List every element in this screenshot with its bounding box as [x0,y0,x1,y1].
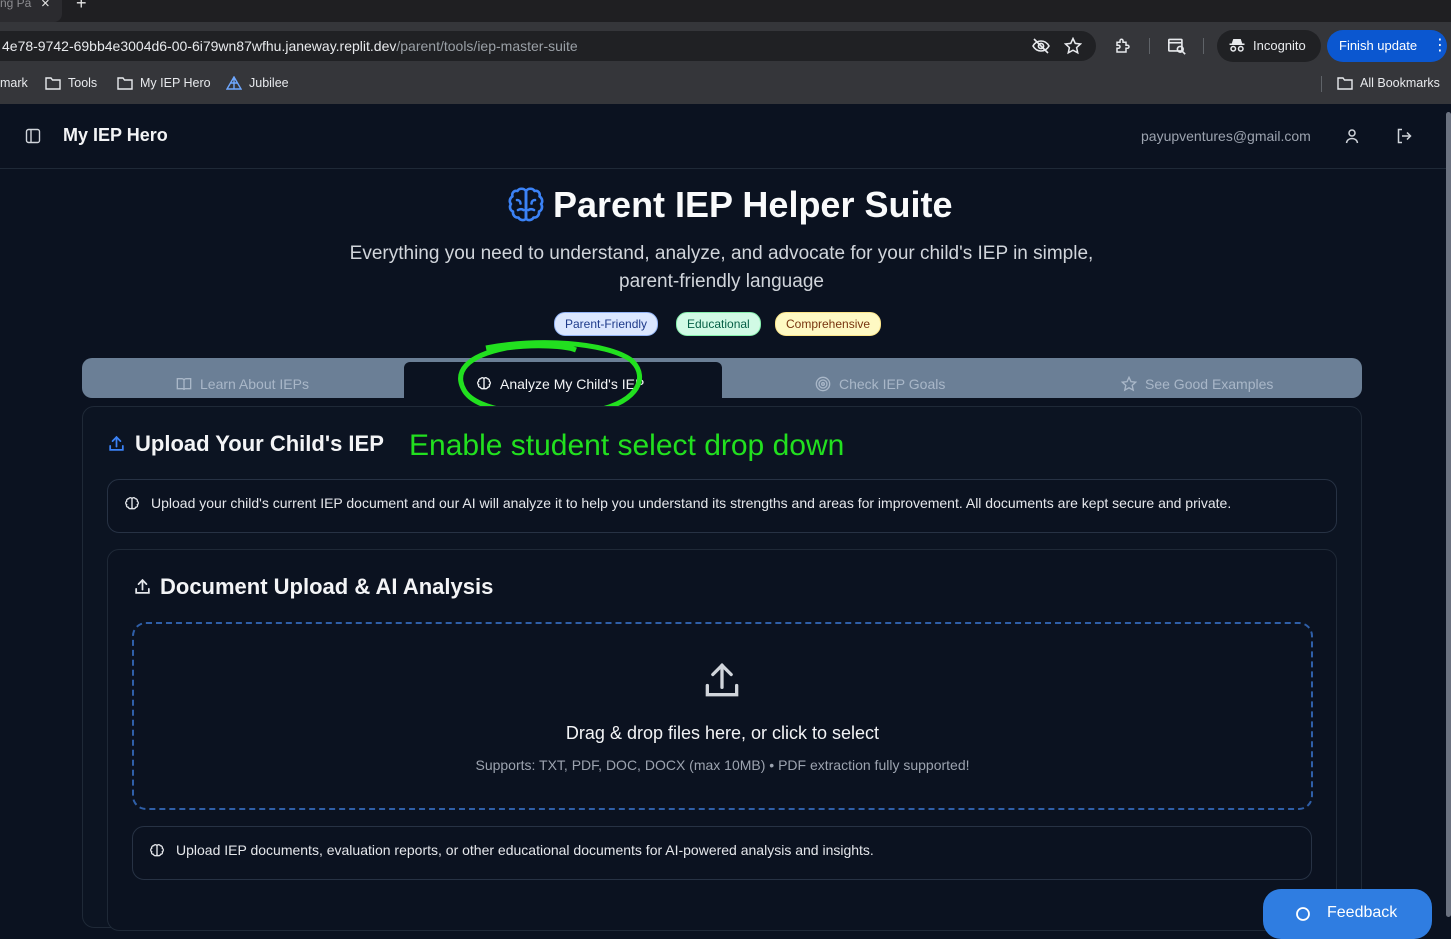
bookmarks-bar [0,70,1451,105]
user-email: payupventures@gmail.com [1141,128,1311,144]
bookmark-label: My IEP Hero [140,76,211,90]
brain-logo-icon [506,185,546,230]
upload-large-icon [700,658,744,707]
app-title[interactable]: My IEP Hero [63,125,168,146]
bookmark-label: mark [0,76,28,90]
bookmark-star-icon[interactable] [1063,36,1084,55]
url-host: 4e78-9742-69bb4e3004d6-00-6i79wn87wfhu.j… [2,38,397,54]
bookmark-jubilee[interactable]: Jubilee [226,75,289,91]
brain-info-icon [149,843,165,864]
badge-educational: Educational [676,312,761,336]
dropzone-supported-formats: Supports: TXT, PDF, DOC, DOCX (max 10MB)… [475,757,970,773]
document-upload-title: Document Upload & AI Analysis [160,574,494,599]
folder-icon [45,77,61,90]
tab-check-iep-goals[interactable]: Check IEP Goals [815,376,945,392]
badge-parent-friendly: Parent-Friendly [554,312,659,336]
tab-label: Learn About IEPs [200,376,309,392]
incognito-icon [1228,37,1246,58]
page-title: Parent IEP Helper Suite [553,184,953,225]
all-bookmarks-label: All Bookmarks [1360,76,1440,90]
upload-section-title: Upload Your Child's IEP [135,431,384,456]
tab-learn-about-ieps[interactable]: Learn About IEPs [176,376,309,392]
star-icon [1121,376,1137,392]
bookmark-folder-tools[interactable]: Tools [45,75,97,91]
user-profile-icon[interactable] [1344,128,1360,149]
bookmark-label: Tools [68,76,98,90]
all-bookmarks[interactable]: All Bookmarks [1337,75,1440,91]
dropzone-title: Drag & drop files here, or click to sele… [565,723,880,743]
browser-tab-strip [0,0,1451,22]
tab-see-good-examples[interactable]: See Good Examples [1121,376,1273,392]
eye-slash-icon[interactable] [1031,37,1051,55]
tab-label: Check IEP Goals [839,376,946,392]
bookmark-item[interactable]: mark [0,75,28,91]
badge-comprehensive: Comprehensive [775,312,882,336]
bookmarks-divider [1321,76,1322,92]
folder-icon [1337,77,1353,90]
folder-icon [117,77,133,90]
bookmark-label: Jubilee [249,76,289,90]
extensions-puzzle-icon[interactable] [1114,37,1134,55]
new-tab-icon[interactable]: + [76,0,87,14]
page-subtitle: Everything you need to understand, analy… [349,243,1094,292]
toolbar-divider [1203,38,1204,54]
jubilee-logo-icon [226,76,242,90]
incognito-label: Incognito [1253,38,1306,53]
target-icon [815,376,831,392]
url-text[interactable]: 4e78-9742-69bb4e3004d6-00-6i79wn87wfhu.j… [2,38,578,54]
upload-icon [107,434,126,458]
file-dropzone[interactable] [132,622,1313,810]
finish-update-label: Finish update [1339,38,1418,53]
tab-close-icon[interactable]: × [41,0,50,12]
annotation-text: Enable student select drop down [409,429,845,462]
url-path: /parent/tools/iep-master-suite [396,38,578,54]
analysis-note-text: Upload IEP documents, evaluation reports… [176,842,874,858]
logout-icon[interactable] [1396,128,1413,149]
upload-icon [133,577,152,601]
toolbar-divider [1149,38,1150,54]
sidebar-toggle-icon[interactable] [25,128,41,149]
more-menu-icon[interactable]: ⋮ [1432,35,1448,55]
tab-search-icon[interactable] [1167,37,1187,55]
brain-info-icon [124,496,140,517]
page-scrollbar[interactable] [1446,112,1451,917]
feedback-label: Feedback [1327,904,1398,921]
bookmark-folder-my-iep-hero[interactable]: My IEP Hero [117,75,211,91]
browser-tab-title[interactable]: ng Pa [0,0,34,10]
tab-label: See Good Examples [1145,376,1274,392]
info-alert-text: Upload your child's current IEP document… [151,495,1232,511]
book-icon [176,378,192,391]
